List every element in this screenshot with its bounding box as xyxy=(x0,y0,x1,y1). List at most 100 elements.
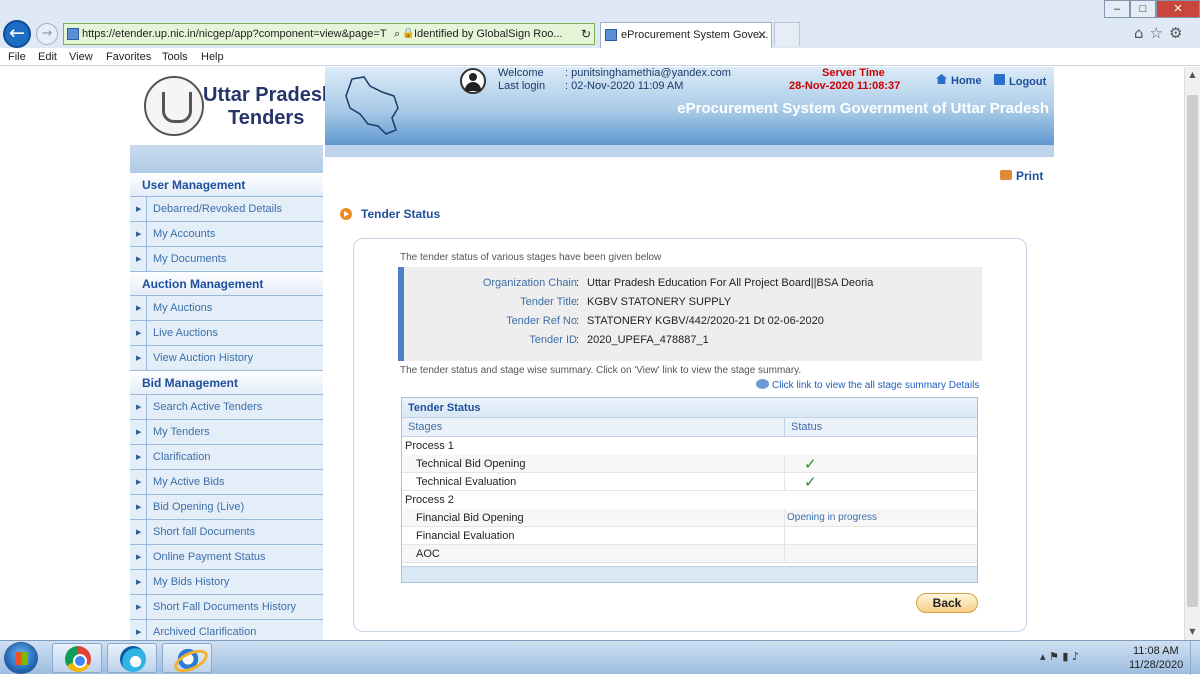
scroll-up-icon[interactable]: ▲ xyxy=(1185,67,1200,83)
search-icon[interactable]: ⌕ xyxy=(394,24,400,44)
info-value: 2020_UPEFA_478887_1 xyxy=(587,334,709,346)
sidebar-item-auction-history[interactable]: ▶ View Auction History xyxy=(130,346,323,371)
logout-link[interactable]: Logout xyxy=(994,74,1046,88)
arrow-right-icon: ▶ xyxy=(136,628,142,636)
home-icon[interactable]: ⌂ xyxy=(1134,24,1150,42)
menu-file[interactable]: File xyxy=(8,48,26,66)
arrow-right-icon: ▶ xyxy=(136,603,142,611)
address-bar[interactable]: https://etender.up.nic.in/nicgep/app?com… xyxy=(63,23,595,45)
sidebar-item-my-accounts[interactable]: ▶ My Accounts xyxy=(130,222,323,247)
start-button[interactable] xyxy=(4,642,38,674)
menu-view[interactable]: View xyxy=(69,48,93,66)
server-time-label: Server Time xyxy=(822,67,885,79)
info-label: Tender Ref No xyxy=(506,315,577,327)
close-icon[interactable]: ✕ xyxy=(1156,0,1200,18)
sidebar-item-label: Bid Opening (Live) xyxy=(153,501,245,513)
flag-icon[interactable]: ⚑ xyxy=(1049,650,1059,663)
print-link[interactable]: Print xyxy=(1000,169,1043,183)
new-tab-button[interactable] xyxy=(774,22,800,46)
logo-line1: Uttar Pradesh xyxy=(203,84,335,106)
home-link[interactable]: Home xyxy=(936,74,982,87)
system-title: eProcurement System Government of Uttar … xyxy=(677,100,1049,117)
tender-info-box: Organization Chain: Uttar Pradesh Educati… xyxy=(398,267,982,361)
sidebar-item-my-documents[interactable]: ▶ My Documents xyxy=(130,247,323,272)
taskbar-edge[interactable] xyxy=(107,643,157,673)
tab-title: eProcurement System Gove... xyxy=(621,29,769,41)
up-map-icon xyxy=(345,76,399,135)
info-colon: : xyxy=(576,334,580,346)
back-arrow-icon[interactable]: ← xyxy=(3,20,31,48)
sidebar-item-bid-opening[interactable]: ▶ Bid Opening (Live) xyxy=(130,495,323,520)
table-row: Financial Bid Opening Opening in progress xyxy=(402,509,977,527)
stage-summary-link[interactable]: Click link to view the all stage summary… xyxy=(756,379,979,391)
forward-arrow-icon[interactable]: → xyxy=(36,23,58,45)
printer-icon xyxy=(1000,170,1012,180)
favorites-star-icon[interactable]: ☆ xyxy=(1150,24,1169,42)
sidebar-item-shortfall-docs[interactable]: ▶ Short fall Documents xyxy=(130,520,323,545)
clock-time[interactable]: 11:08 AM xyxy=(1133,645,1179,657)
sidebar-item-clarification[interactable]: ▶ Clarification xyxy=(130,445,323,470)
sidebar-item-search-tenders[interactable]: ▶ Search Active Tenders xyxy=(130,395,323,420)
info-label: Tender Title xyxy=(520,296,577,308)
process-label: Process 1 xyxy=(405,440,454,452)
summary-text: The tender status and stage wise summary… xyxy=(400,365,802,376)
page-title-text: Tender Status xyxy=(361,207,441,221)
back-button[interactable]: Back xyxy=(916,593,978,613)
menu-edit[interactable]: Edit xyxy=(38,48,57,66)
sidebar-item-my-active-bids[interactable]: ▶ My Active Bids xyxy=(130,470,323,495)
edge-icon xyxy=(120,646,146,672)
scroll-thumb[interactable] xyxy=(1187,95,1198,607)
menu-help[interactable]: Help xyxy=(201,48,224,66)
sidebar-item-my-tenders[interactable]: ▶ My Tenders xyxy=(130,420,323,445)
tray-expand-icon[interactable]: ▴ xyxy=(1040,650,1046,663)
sidebar-item-debarred[interactable]: ▶ Debarred/Revoked Details xyxy=(130,197,323,222)
refresh-icon[interactable]: ↻ xyxy=(581,24,591,44)
volume-icon[interactable]: ♪ xyxy=(1072,650,1079,663)
browser-tab[interactable]: eProcurement System Gove... ✕ xyxy=(600,22,772,48)
menu-favorites[interactable]: Favorites xyxy=(106,48,151,66)
sidebar-item-label: My Documents xyxy=(153,253,227,265)
certificate-text[interactable]: Identified by GlobalSign Roo... xyxy=(414,24,563,44)
sidebar-item-label: My Accounts xyxy=(153,228,216,240)
table-header: Stages Status xyxy=(402,418,977,437)
page-scrollbar[interactable]: ▲ ▼ xyxy=(1184,67,1200,640)
info-row-ref: Tender Ref No: STATONERY KGBV/442/2020-21… xyxy=(404,315,988,334)
maximize-icon[interactable]: □ xyxy=(1130,0,1156,18)
clock-date[interactable]: 11/28/2020 xyxy=(1129,659,1183,671)
sidebar-item-payment-status[interactable]: ▶ Online Payment Status xyxy=(130,545,323,570)
sidebar-item-label: My Bids History xyxy=(153,576,230,588)
sidebar-item-label: Search Active Tenders xyxy=(153,401,263,413)
menu-bar: File Edit View Favorites Tools Help xyxy=(0,48,1200,66)
stage-name: Financial Evaluation xyxy=(416,530,515,542)
info-row-id: Tender ID:2020_UPEFA_478887_1 xyxy=(404,334,988,353)
stage-status-link[interactable]: Opening in progress xyxy=(787,509,877,527)
system-tray: ▴ ⚑ ▮ ♪ xyxy=(1040,650,1079,663)
show-desktop-button[interactable] xyxy=(1190,641,1200,675)
tab-close-icon[interactable]: ✕ xyxy=(757,23,767,47)
arrow-right-icon: ▶ xyxy=(136,329,142,337)
menu-tools[interactable]: Tools xyxy=(162,48,188,66)
taskbar-chrome[interactable] xyxy=(52,643,102,673)
sidebar-item-my-auctions[interactable]: ▶ My Auctions xyxy=(130,296,323,321)
browser-toolbar: ← → https://etender.up.nic.in/nicgep/app… xyxy=(0,0,1200,48)
taskbar-ie[interactable] xyxy=(162,643,212,673)
table-title: Tender Status xyxy=(402,398,977,418)
sidebar-item-live-auctions[interactable]: ▶ Live Auctions xyxy=(130,321,323,346)
arrow-right-icon: ▶ xyxy=(136,255,142,263)
info-value: KGBV STATONERY SUPPLY xyxy=(587,296,732,308)
network-icon[interactable]: ▮ xyxy=(1062,650,1068,663)
site-logo[interactable]: Uttar Pradesh Tenders xyxy=(130,67,334,145)
scroll-down-icon[interactable]: ▼ xyxy=(1185,624,1200,640)
lock-icon[interactable]: 🔒 xyxy=(402,24,414,44)
page-header: Welcome : punitsinghamethia@yandex.com L… xyxy=(325,67,1054,145)
gear-icon[interactable]: ⚙ xyxy=(1169,24,1188,42)
info-colon: : xyxy=(576,296,580,308)
minimize-icon[interactable]: – xyxy=(1104,0,1130,18)
sidebar-item-shortfall-history[interactable]: ▶ Short Fall Documents History xyxy=(130,595,323,620)
sidebar-item-bids-history[interactable]: ▶ My Bids History xyxy=(130,570,323,595)
logout-label: Logout xyxy=(1009,76,1047,88)
table-row: Technical Evaluation ✓ xyxy=(402,473,977,491)
sidebar-item-label: My Tenders xyxy=(153,426,210,438)
sidebar-item-archived-clarification[interactable]: ▶ Archived Clarification xyxy=(130,620,323,640)
table-row: AOC xyxy=(402,545,977,563)
